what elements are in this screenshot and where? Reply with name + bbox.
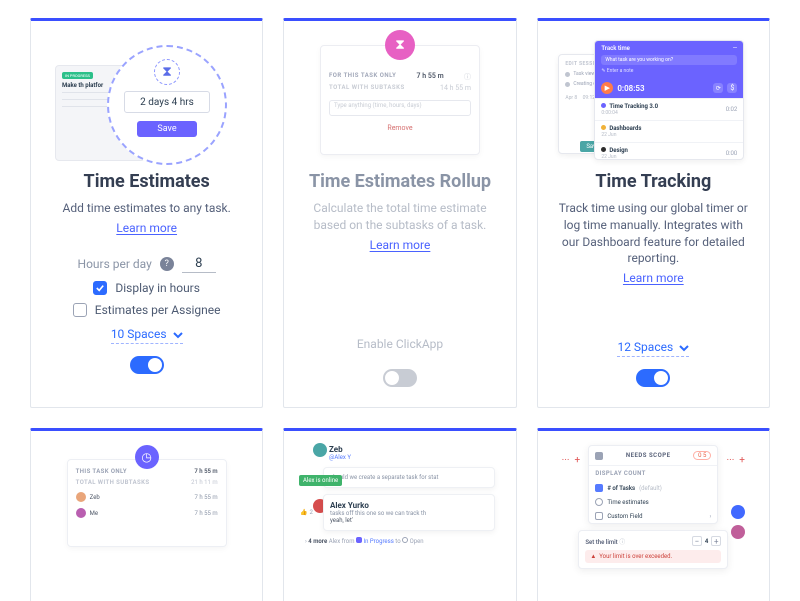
help-icon[interactable]: ?	[160, 257, 174, 271]
preview-row2a: ◷ THIS TASK ONLY7 h 55 m TOTAL WITH SUBT…	[49, 445, 244, 547]
card-description: Track time using our global timer or log…	[556, 200, 751, 267]
hours-per-day-label: Hours per day	[78, 257, 152, 271]
record-icon: ▶	[601, 82, 613, 94]
remove-link: Remove	[329, 124, 471, 132]
card-title: Time Tracking	[595, 171, 711, 192]
more-activity: › 4 more Alex from In Progress to Open	[305, 537, 495, 545]
card-time-tracking: EDIT SESSION Task view Creating chi Apr …	[537, 18, 770, 408]
checkbox-icon	[93, 281, 107, 295]
card-title: Time Estimates Rollup	[309, 171, 491, 192]
preview-row2b: Zeb @Alex Y Alex is online should we cre…	[302, 445, 497, 545]
spaces-dropdown[interactable]: 12 Spaces	[617, 340, 689, 357]
enable-toggle[interactable]	[636, 369, 670, 387]
avatar	[313, 443, 327, 457]
preview-rollup: ⧗ FOR THIS TASK ONLY7 h 55 mⓘ TOTAL WITH…	[302, 35, 497, 165]
card-row2-c: ··· + ··· + NEEDS SCOPE0 5 DISPLAY COUNT…	[537, 428, 770, 601]
learn-more-link[interactable]: Learn more	[370, 238, 431, 252]
card-title: Time Estimates	[84, 171, 210, 192]
spaces-label: 10 Spaces	[111, 327, 167, 341]
warning-icon: ▲	[590, 553, 596, 560]
hourglass-icon: ⧗	[154, 59, 180, 85]
clock-icon: ◷	[135, 445, 159, 469]
spaces-dropdown[interactable]: 10 Spaces	[111, 327, 183, 344]
chevron-down-icon	[173, 329, 183, 339]
spaces-label: 12 Spaces	[617, 340, 673, 354]
chevron-down-icon	[679, 342, 689, 352]
zoom-circle: ⧗ 2 days 4 hrs Save	[107, 45, 227, 165]
clickapps-page: IN PROGRESS Make th platfor ⧗ 2 days 4 h…	[0, 0, 800, 601]
card-description: Add time estimates to any task.	[63, 200, 231, 217]
card-row2-b: Zeb @Alex Y Alex is online should we cre…	[283, 428, 516, 601]
preview-time-tracking: EDIT SESSION Task view Creating chi Apr …	[556, 35, 751, 165]
checkbox-label: Estimates per Assignee	[95, 303, 221, 317]
mock-save-button: Save	[137, 121, 197, 137]
estimates-per-assignee-checkbox[interactable]: Estimates per Assignee	[73, 303, 221, 317]
card-time-estimates: IN PROGRESS Make th platfor ⧗ 2 days 4 h…	[30, 18, 263, 408]
plus-icon: ··· +	[562, 455, 580, 466]
plus-button: +	[711, 536, 721, 546]
preview-row2c: ··· + ··· + NEEDS SCOPE0 5 DISPLAY COUNT…	[556, 445, 751, 569]
card-grid: IN PROGRESS Make th platfor ⧗ 2 days 4 h…	[30, 18, 770, 601]
hours-per-day-row: Hours per day ?	[78, 255, 216, 273]
learn-more-link[interactable]: Learn more	[623, 271, 684, 285]
enable-clickapp-label: Enable ClickApp	[357, 337, 443, 351]
mock-input: Type anything (time, hours, days)	[329, 100, 471, 116]
preview-time-estimates: IN PROGRESS Make th platfor ⧗ 2 days 4 h…	[49, 35, 244, 165]
online-badge: Alex is online	[299, 475, 342, 486]
warning-banner: ▲Your limit is over exceeded.	[585, 550, 721, 563]
enable-toggle[interactable]	[130, 356, 164, 374]
checkbox-icon	[73, 303, 87, 317]
status-pill: IN PROGRESS	[62, 72, 93, 79]
thumbs-up-icon: 👍 2	[300, 509, 313, 516]
avatar	[731, 505, 745, 519]
plus-icon: ··· +	[727, 455, 745, 466]
learn-more-link[interactable]: Learn more	[116, 221, 177, 235]
card-time-estimates-rollup: ⧗ FOR THIS TASK ONLY7 h 55 mⓘ TOTAL WITH…	[283, 18, 516, 408]
mock-timer-popup: Track time— What task are you working on…	[594, 40, 744, 160]
card-description: Calculate the total time estimate based …	[302, 200, 497, 234]
minus-button: −	[692, 536, 702, 546]
card-row2-a: ◷ THIS TASK ONLY7 h 55 m TOTAL WITH SUBT…	[30, 428, 263, 601]
hours-per-day-input[interactable]	[182, 255, 216, 273]
display-in-hours-checkbox[interactable]: Display in hours	[93, 281, 200, 295]
checkbox-label: Display in hours	[115, 281, 200, 295]
enable-toggle[interactable]	[383, 369, 417, 387]
avatar	[731, 525, 745, 539]
rollup-icon: ⧗	[385, 30, 415, 60]
timer-value: 0:08:53	[617, 84, 644, 93]
time-estimate-field: 2 days 4 hrs	[124, 91, 210, 113]
